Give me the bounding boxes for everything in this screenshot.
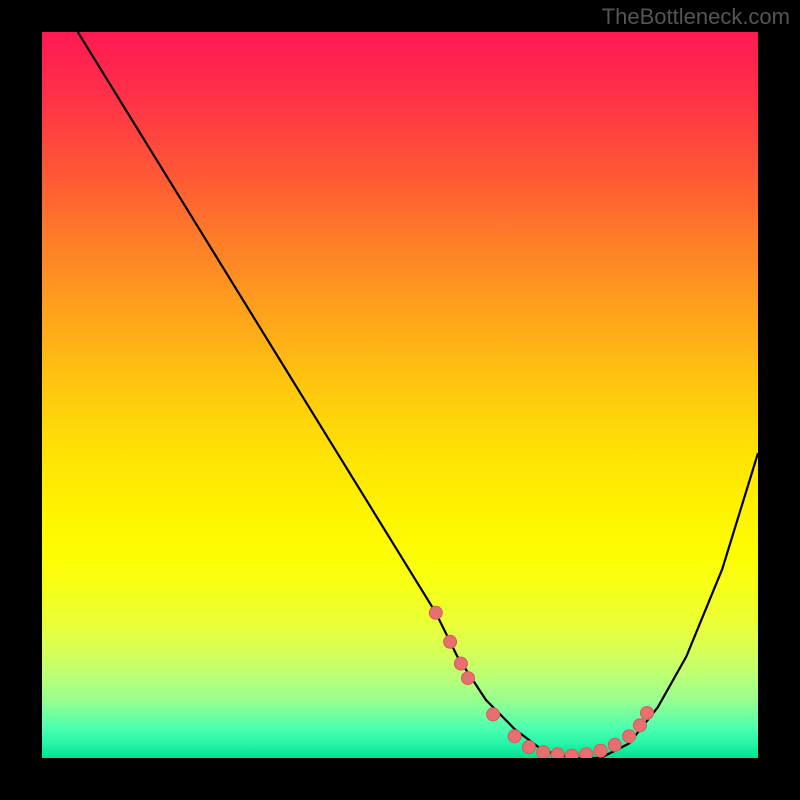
data-point <box>429 606 442 619</box>
data-point <box>565 749 578 758</box>
data-point <box>444 635 457 648</box>
data-point <box>487 708 500 721</box>
data-point <box>641 707 654 720</box>
data-point <box>537 746 550 758</box>
data-point <box>633 719 646 732</box>
data-point <box>508 730 521 743</box>
plot-area <box>42 32 758 758</box>
watermark-text: TheBottleneck.com <box>602 4 790 30</box>
data-point <box>608 738 621 751</box>
data-point <box>522 741 535 754</box>
data-point <box>594 744 607 757</box>
data-points-layer <box>42 32 758 758</box>
data-point <box>623 730 636 743</box>
data-point <box>462 672 475 685</box>
data-point <box>454 657 467 670</box>
data-point <box>580 748 593 758</box>
data-point <box>551 748 564 758</box>
